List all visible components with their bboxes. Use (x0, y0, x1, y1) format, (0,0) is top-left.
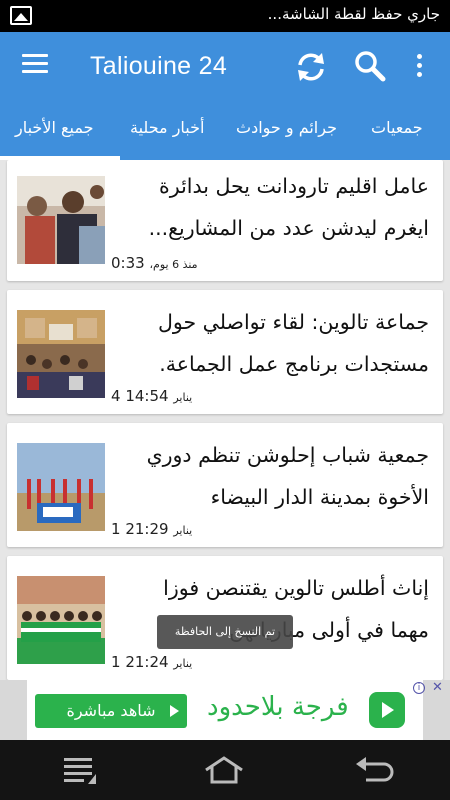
ad-info-icon[interactable]: i (413, 682, 425, 694)
article-thumbnail (17, 443, 105, 531)
play-icon (170, 705, 179, 717)
article-headline-line1: جمعية شباب إحلوشن تنظم دوري (146, 443, 429, 467)
article-time: يناير 21:24 1 (111, 653, 193, 671)
news-feed[interactable]: عامل اقليم تارودانت يحل بدائرة ايغرم ليد… (0, 160, 450, 680)
article-time: منذ 6 يوم، 0:33 (111, 254, 198, 272)
ad-close-icon[interactable]: ✕ (432, 680, 443, 695)
ad-button-label: شاهد مباشرة (66, 701, 156, 720)
article-headline-line2: ايغرم ليدشن عدد من المشاريع... (148, 216, 429, 240)
system-nav-bar (0, 740, 450, 800)
ad-logo-icon (369, 692, 405, 728)
status-notification-text: جاري حفظ لقطة الشاشة... (267, 5, 440, 23)
menu-icon[interactable] (22, 54, 48, 76)
article-headline-line1: إناث أطلس تالوين يقتنصن فوزا (163, 576, 429, 600)
tab-local-news[interactable]: أخبار محلية (130, 118, 204, 137)
article-headline-line1: عامل اقليم تارودانت يحل بدائرة (159, 174, 429, 198)
ad-watch-button[interactable]: شاهد مباشرة (35, 694, 187, 728)
back-icon[interactable] (352, 754, 396, 786)
tab-all-news[interactable]: جميع الأخبار (15, 118, 93, 137)
refresh-icon[interactable] (294, 50, 328, 84)
ad-content[interactable]: شاهد مباشرة فرجة بلاحدود i ✕ (27, 680, 443, 740)
article-card[interactable]: جماعة تالوين: لقاء تواصلي حول مستجدات بر… (7, 290, 443, 414)
search-icon[interactable] (354, 50, 386, 82)
article-thumbnail (17, 576, 105, 664)
article-headline-line2: مستجدات برنامج عمل الجماعة. (159, 352, 429, 376)
article-thumbnail (17, 310, 105, 398)
toast-message: تم النسخ إلى الحافظة (157, 615, 293, 649)
article-card[interactable]: عامل اقليم تارودانت يحل بدائرة ايغرم ليد… (7, 160, 443, 281)
article-headline-line1: جماعة تالوين: لقاء تواصلي حول (158, 310, 429, 334)
ad-banner: شاهد مباشرة فرجة بلاحدود i ✕ (0, 680, 450, 740)
article-card[interactable]: جمعية شباب إحلوشن تنظم دوري الأخوة بمدين… (7, 423, 443, 547)
ad-text: فرجة بلاحدود (207, 692, 349, 722)
status-bar: جاري حفظ لقطة الشاشة... (0, 0, 450, 32)
article-thumbnail (17, 176, 105, 264)
article-headline-line2: الأخوة بمدينة الدار البيضاء (210, 485, 429, 509)
category-tabs: جميع الأخبار أخبار محلية جرائم و حوادث ج… (0, 100, 450, 160)
article-time: يناير 21:29 1 (111, 520, 193, 538)
home-icon[interactable] (202, 754, 246, 786)
tab-crimes-accidents[interactable]: جرائم و حوادث (236, 118, 337, 137)
app-bar: Taliouine 24 جميع الأخبار أخبار محلية جر… (0, 32, 450, 160)
overflow-menu-icon[interactable] (414, 54, 424, 82)
tab-associations[interactable]: جمعيات (371, 118, 423, 137)
image-icon (10, 6, 32, 25)
article-time: يناير 14:54 4 (111, 387, 193, 405)
app-title: Taliouine 24 (90, 52, 228, 80)
recent-apps-icon[interactable] (60, 754, 104, 786)
